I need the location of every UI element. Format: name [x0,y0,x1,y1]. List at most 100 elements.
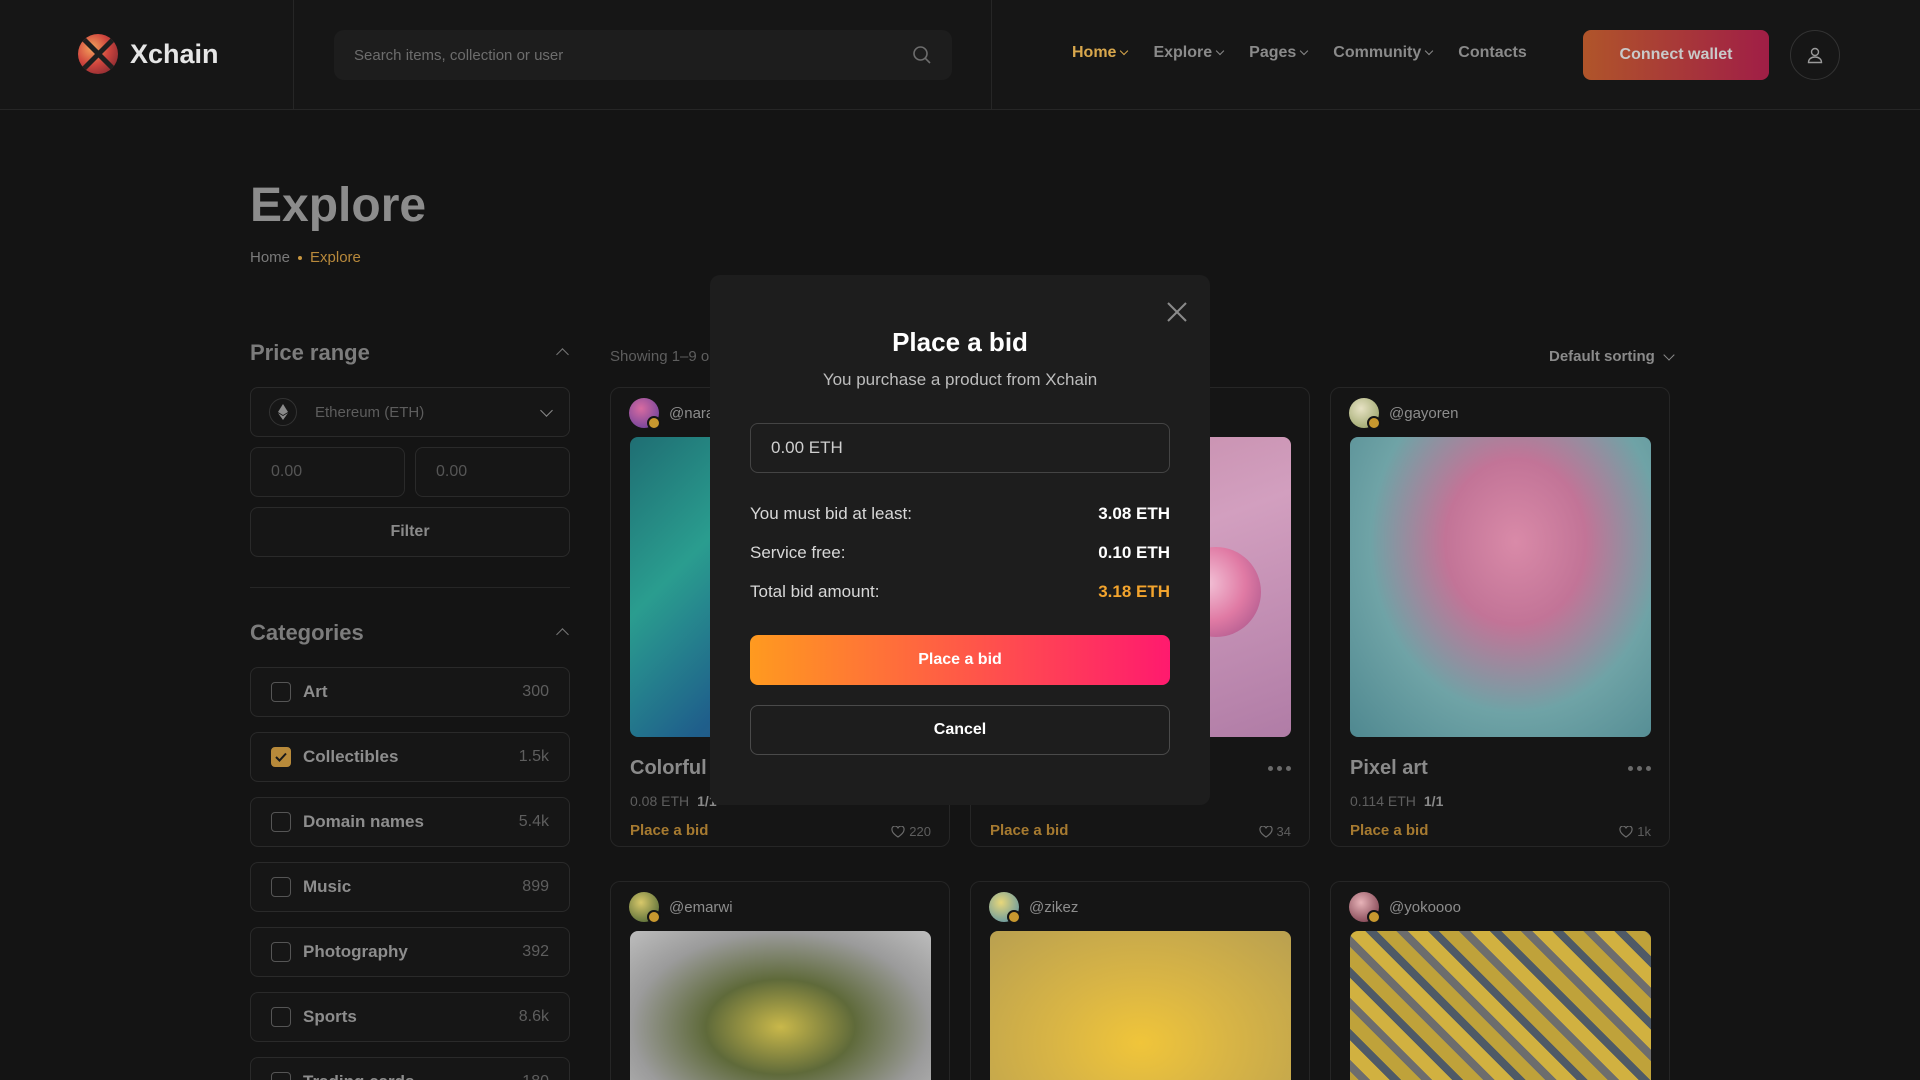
nft-card[interactable]: @gayoren Pixel art 0.114 ETH 1/1 Place a … [1330,387,1670,847]
results-count: Showing 1–9 o [610,348,710,365]
bid-amount-input[interactable] [750,423,1170,473]
search-icon[interactable] [912,45,932,65]
avatar [989,892,1021,924]
category-label: Photography [303,942,408,961]
card-creator[interactable]: @zikez [989,892,1078,924]
top-header: Xchain Search items, collection or user … [0,0,1920,110]
like-button[interactable]: 220 [891,824,931,839]
cancel-button[interactable]: Cancel [750,705,1170,755]
like-count: 34 [1276,824,1291,839]
heart-icon [891,825,905,838]
user-icon [1807,47,1823,64]
chevron-down-icon [1120,46,1129,56]
avatar [1349,892,1381,924]
row-value: 3.18 ETH [1098,582,1170,601]
category-domain-names[interactable]: Domain names 5.4k [250,797,570,847]
creator-handle: @emarwi [669,898,733,916]
nft-card[interactable]: @emarwi [610,881,950,1080]
nft-image[interactable] [990,931,1291,1080]
sort-dropdown[interactable]: Default sorting [1549,348,1675,365]
category-label: Sports [303,1007,357,1026]
nft-title[interactable]: Pixel art [1350,757,1428,780]
price-range-heading[interactable]: Price range [250,340,370,366]
category-trading-cards[interactable]: Trading cards 180 [250,1057,570,1080]
search-input[interactable]: Search items, collection or user [354,47,912,64]
min-bid-row: You must bid at least: 3.08 ETH [750,504,1170,524]
category-sports[interactable]: Sports 8.6k [250,992,570,1042]
checkbox[interactable] [271,942,291,962]
chevron-down-icon [1663,348,1675,361]
place-bid-button[interactable]: Place a bid [750,635,1170,685]
category-label: Music [303,877,352,896]
modal-subtitle: You purchase a product from Xchain [822,370,1098,389]
avatar [1349,398,1381,430]
card-creator[interactable]: @emarwi [629,892,733,924]
chevron-up-icon[interactable] [556,348,569,361]
category-count: 8.6k [518,1008,549,1025]
checkbox[interactable] [271,877,291,897]
close-icon[interactable] [1163,298,1191,326]
min-price-input[interactable]: 0.00 [250,447,405,497]
categories-heading[interactable]: Categories [250,620,364,646]
more-options-icon[interactable] [1268,766,1291,771]
like-count: 220 [909,824,931,839]
brand-logo[interactable]: Xchain [78,34,219,74]
category-music[interactable]: Music 899 [250,862,570,912]
chevron-down-icon [1300,46,1309,56]
nav-community[interactable]: Community [1333,44,1434,62]
card-place-bid-link[interactable]: Place a bid [990,822,1068,839]
card-creator[interactable]: @yokoooo [1349,892,1461,924]
ethereum-icon [269,398,297,426]
currency-select[interactable]: Ethereum (ETH) [250,387,570,437]
category-art[interactable]: Art 300 [250,667,570,717]
category-photography[interactable]: Photography 392 [250,927,570,977]
card-creator[interactable]: @nara [629,398,714,430]
category-count: 392 [522,943,549,960]
nft-image[interactable] [1350,437,1651,737]
nft-price: 0.114 ETH 1/1 [1350,793,1444,809]
brand-name: Xchain [130,38,219,69]
nft-title[interactable]: Colorful [630,757,707,780]
checkbox[interactable] [271,1072,291,1080]
nft-card[interactable]: @zikez [970,881,1310,1080]
category-collectibles[interactable]: Collectibles 1.5k [250,732,570,782]
creator-handle: @gayoren [1389,404,1459,422]
like-button[interactable]: 1k [1619,824,1651,839]
max-price-input[interactable]: 0.00 [415,447,570,497]
like-count: 1k [1637,824,1651,839]
like-button[interactable]: 34 [1258,824,1291,839]
row-value: 0.10 ETH [1098,543,1170,562]
modal-title: Place a bid [892,327,1028,357]
nft-image[interactable] [630,931,931,1080]
row-label: Service free: [750,543,846,562]
breadcrumb: Home Explore [250,249,361,266]
connect-wallet-button[interactable]: Connect wallet [1583,30,1769,80]
search-bar[interactable]: Search items, collection or user [334,30,952,80]
checkbox[interactable] [271,1007,291,1027]
more-options-icon[interactable] [1628,766,1651,771]
total-bid-row: Total bid amount: 3.18 ETH [750,582,1170,602]
chevron-down-icon [1215,46,1225,56]
nav-explore[interactable]: Explore [1153,44,1225,62]
header-divider [991,0,992,110]
nav-contacts[interactable]: Contacts [1458,44,1526,62]
checkbox-checked[interactable] [271,747,291,767]
card-place-bid-link[interactable]: Place a bid [630,822,708,839]
card-place-bid-link[interactable]: Place a bid [1350,822,1428,839]
category-label: Collectibles [303,747,399,766]
nft-image[interactable] [1350,931,1651,1080]
card-creator[interactable]: @gayoren [1349,398,1459,430]
nft-card[interactable]: @yokoooo [1330,881,1670,1080]
nav-home[interactable]: Home [1072,44,1129,62]
checkbox[interactable] [271,682,291,702]
row-label: Total bid amount: [750,582,880,601]
filter-button[interactable]: Filter [250,507,570,557]
chevron-down-icon [540,403,553,417]
service-fee-row: Service free: 0.10 ETH [750,543,1170,563]
checkbox[interactable] [271,812,291,832]
user-account-button[interactable] [1790,30,1840,80]
currency-value: Ethereum (ETH) [315,403,425,421]
chevron-up-icon[interactable] [556,628,569,641]
breadcrumb-home[interactable]: Home [250,249,290,266]
nav-pages[interactable]: Pages [1249,44,1309,62]
